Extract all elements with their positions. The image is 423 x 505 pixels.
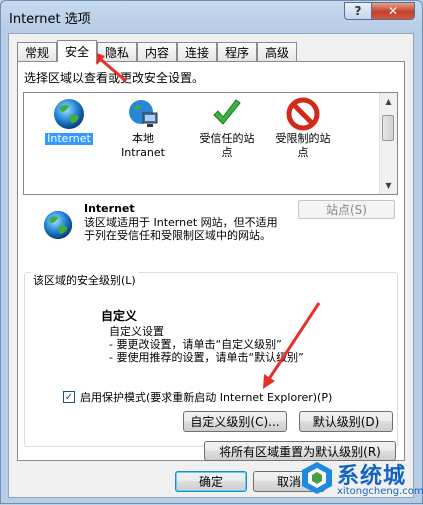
sites-button[interactable]: 站点(S) [298, 200, 395, 219]
help-icon: ? [354, 4, 362, 18]
zone-local-intranet[interactable]: 本地 Intranet [110, 97, 176, 159]
tab-advanced[interactable]: 高级 [257, 42, 297, 61]
default-level-button[interactable]: 默认级别(D) [299, 411, 393, 432]
tab-content[interactable]: 内容 [137, 42, 177, 61]
tab-security[interactable]: 安全 [57, 40, 97, 62]
tab-privacy[interactable]: 隐私 [97, 42, 137, 61]
zone-label: Internet [44, 132, 94, 146]
zone-trusted-sites[interactable]: 受信任的站 点 [194, 97, 260, 159]
watermark: 系统城 xitongcheng.com [297, 456, 423, 502]
tab-connections[interactable]: 连接 [177, 42, 217, 61]
scroll-down-icon[interactable]: ▼ [380, 177, 397, 194]
security-level-name: 自定义 [101, 309, 138, 323]
protected-mode-row[interactable]: ✓ 启用保护模式(要求重新启动 Internet Explorer)(P) [63, 389, 332, 405]
custom-line-3: - 要使用推荐的设置，请单击“默认级别” [109, 351, 304, 364]
protected-mode-label: 启用保护模式(要求重新启动 Internet Explorer)(P) [80, 391, 333, 404]
custom-line-1: 自定义设置 [109, 325, 164, 338]
zone-restricted-sites[interactable]: 受限制的站 点 [270, 97, 336, 159]
custom-line-2: - 要更改设置，请单击“自定义级别” [109, 338, 282, 351]
zone-detail-title: Internet [84, 202, 135, 215]
protected-mode-checkbox[interactable]: ✓ [63, 391, 75, 403]
tab-strip: 常规 安全 隐私 内容 连接 程序 高级 [17, 40, 397, 62]
globe-icon [43, 210, 73, 240]
tab-programs[interactable]: 程序 [217, 42, 257, 61]
intranet-icon [129, 100, 158, 127]
scroll-up-icon[interactable]: ▲ [380, 93, 397, 110]
ok-button[interactable]: 确定 [175, 471, 247, 492]
tab-general[interactable]: 常规 [17, 42, 57, 61]
security-level-group: 该区域的安全级别(L) 自定义 自定义设置 - 要更改设置，请单击“自定义级别”… [24, 272, 398, 447]
zone-label-line2: Intranet [121, 146, 165, 159]
zone-select-heading: 选择区域以查看或更改安全设置。 [24, 71, 205, 85]
security-level-label: 该区域的安全级别(L) [31, 272, 138, 288]
zone-label: 本地 [132, 132, 154, 145]
watermark-logo-icon [302, 462, 332, 494]
zone-list[interactable]: Internet 本地 Intranet 受信任的站 点 受限制的站 点 ▲ ▼ [23, 92, 398, 195]
zone-description: 该区域适用于 Internet 网站，但不适用于列在受信任和受限制区域中的网站。 [84, 216, 278, 242]
zone-label-line2: 点 [221, 146, 233, 159]
globe-icon [54, 99, 84, 129]
zone-label: 受限制的站 [275, 132, 331, 145]
check-icon [213, 99, 241, 125]
internet-options-window: Internet 选项 ? ✕ 常规 安全 隐私 内容 连接 程序 高级 选择区… [0, 0, 423, 504]
close-icon: ✕ [387, 4, 399, 18]
security-level-description: 自定义设置 - 要更改设置，请单击“自定义级别” - 要使用推荐的设置，请单击“… [109, 325, 304, 364]
zone-label: 受信任的站 [199, 132, 255, 145]
zone-internet[interactable]: Internet [36, 97, 102, 146]
watermark-url: xitongcheng.com [337, 486, 423, 497]
title-bar[interactable]: Internet 选项 ? ✕ [1, 1, 422, 31]
zone-label-line2: 点 [297, 146, 309, 159]
dialog-client-area: 常规 安全 隐私 内容 连接 程序 高级 选择区域以查看或更改安全设置。 Int… [8, 33, 414, 498]
security-tab-panel: 选择区域以查看或更改安全设置。 Internet 本地 Intranet 受信任… [17, 61, 405, 461]
restricted-icon [286, 97, 320, 131]
help-button[interactable]: ? [344, 2, 372, 20]
custom-level-button[interactable]: 自定义级别(C)... [183, 411, 287, 432]
close-button[interactable]: ✕ [371, 2, 415, 20]
scroll-thumb[interactable] [382, 115, 394, 141]
window-title: Internet 选项 [9, 12, 91, 27]
zone-list-scrollbar[interactable]: ▲ ▼ [379, 93, 397, 194]
